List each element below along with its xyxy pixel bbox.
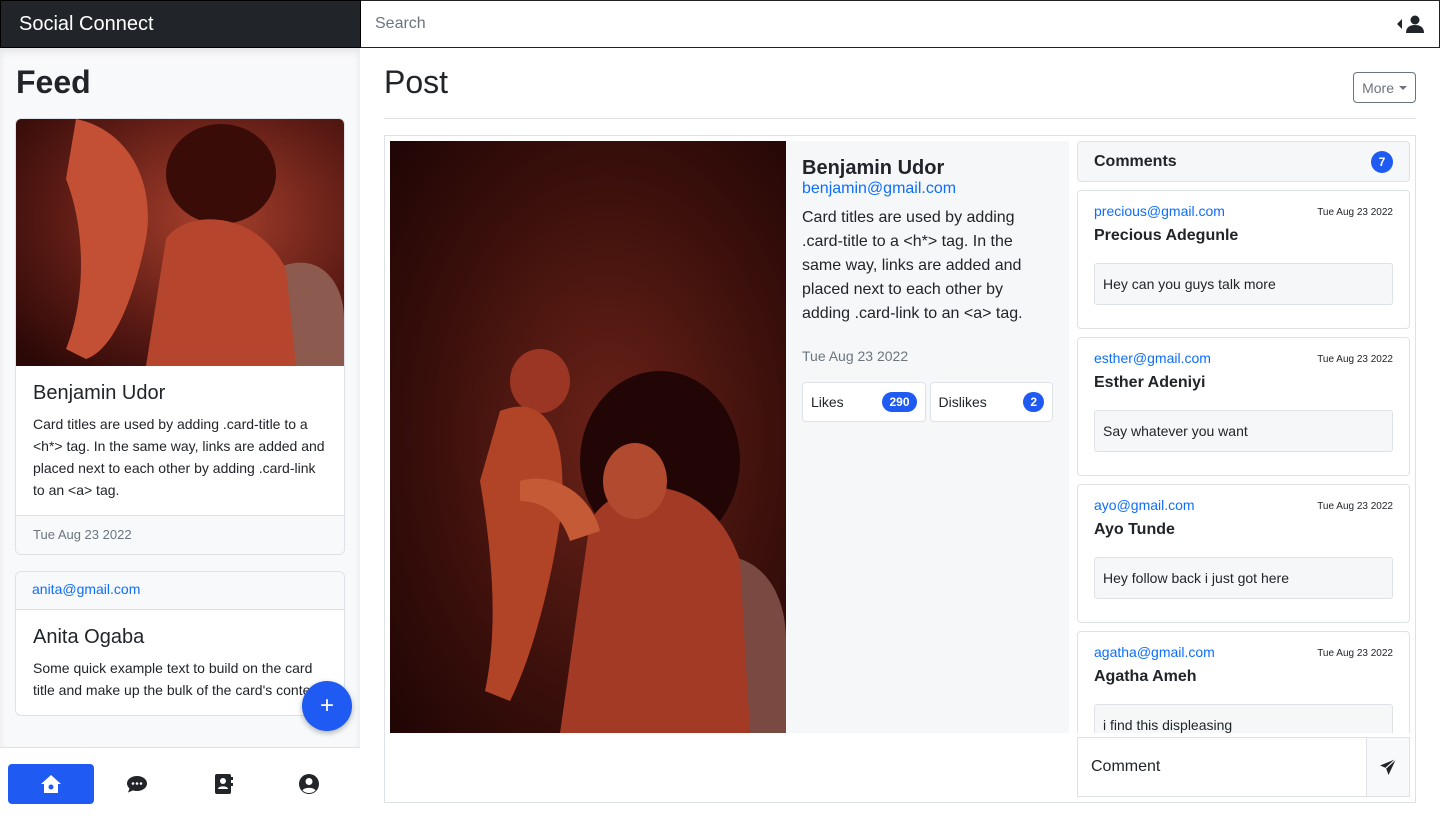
dislikes-count-badge: 2	[1023, 392, 1044, 412]
comment-email-link[interactable]: ayo@gmail.com	[1094, 497, 1195, 513]
feed-card-date: Tue Aug 23 2022	[16, 515, 344, 554]
comment-author: Precious Adegunle	[1094, 227, 1239, 244]
caret-left-icon	[1397, 19, 1402, 29]
post-author: Benjamin Udor	[802, 157, 945, 179]
user-menu-toggle[interactable]	[1397, 14, 1425, 34]
app-title[interactable]: Social Connect	[0, 0, 361, 48]
feed-card-header: anita@gmail.com	[16, 572, 344, 610]
nav-home-button[interactable]	[8, 763, 94, 804]
more-dropdown-button[interactable]: More	[1353, 72, 1416, 103]
contacts-icon	[215, 773, 233, 794]
comment-item: agatha@gmail.com Tue Aug 23 2022 Agatha …	[1077, 631, 1410, 733]
comment-text: Hey follow back i just got here	[1094, 557, 1393, 599]
feed-card-title: Benjamin Udor	[33, 382, 166, 404]
top-navbar: Social Connect	[0, 0, 1440, 48]
nav-contacts-button[interactable]	[180, 764, 266, 804]
feed-card-body: Benjamin Udor Card titles are used by ad…	[16, 366, 344, 515]
feed-card-email-link[interactable]: anita@gmail.com	[32, 581, 140, 597]
comments-header: Comments 7	[1077, 141, 1410, 182]
comment-author: Ayo Tunde	[1094, 521, 1175, 538]
send-icon	[1380, 758, 1397, 775]
search-bar	[361, 0, 1440, 48]
comment-email-link[interactable]: esther@gmail.com	[1094, 350, 1211, 366]
feed-card[interactable]: Benjamin Udor Card titles are used by ad…	[15, 118, 345, 555]
comment-date: Tue Aug 23 2022	[1317, 354, 1393, 365]
user-icon	[1406, 15, 1424, 33]
comments-count-badge: 7	[1371, 150, 1393, 173]
comment-text: Say whatever you want	[1094, 410, 1393, 452]
comment-author: Esther Adeniyi	[1094, 374, 1206, 391]
feed-sidebar: Feed Benjamin Udor Card titles are used …	[0, 48, 360, 819]
nav-profile-button[interactable]	[266, 764, 352, 804]
post-author-email-link[interactable]: benjamin@gmail.com	[802, 180, 956, 197]
feed-card[interactable]: anita@gmail.com Anita Ogaba Some quick e…	[15, 571, 345, 716]
feed-card-title: Anita Ogaba	[33, 626, 145, 648]
search-input[interactable]	[375, 15, 1397, 33]
comment-item: esther@gmail.com Tue Aug 23 2022 Esther …	[1077, 337, 1410, 476]
comment-email-link[interactable]: precious@gmail.com	[1094, 203, 1225, 219]
post-date: Tue Aug 23 2022	[802, 348, 909, 364]
feed-card-body: Anita Ogaba Some quick example text to b…	[16, 610, 344, 715]
post-text: Card titles are used by adding .card-tit…	[802, 209, 1023, 322]
chat-icon	[127, 775, 147, 792]
reactions: Likes 290 Dislikes 2	[802, 382, 1053, 422]
comment-item: precious@gmail.com Tue Aug 23 2022 Preci…	[1077, 190, 1410, 329]
nav-chat-button[interactable]	[94, 764, 180, 804]
post-detail: Benjamin Udor benjamin@gmail.com Card ti…	[384, 135, 1416, 803]
likes-button[interactable]: Likes 290	[802, 382, 926, 422]
likes-label: Likes	[811, 394, 844, 410]
feed-card-text: Card titles are used by adding .card-tit…	[33, 416, 325, 498]
feed-card-image	[16, 119, 344, 366]
comment-author: Agatha Ameh	[1094, 668, 1197, 685]
comments-title: Comments	[1094, 152, 1177, 170]
feed-card-text: Some quick example text to build on the …	[33, 660, 326, 698]
home-icon	[41, 774, 61, 793]
comment-date: Tue Aug 23 2022	[1317, 207, 1393, 218]
comment-date: Tue Aug 23 2022	[1317, 648, 1393, 659]
feed-title: Feed	[16, 64, 91, 100]
page-title: Post	[384, 64, 449, 100]
comment-email-link[interactable]: agatha@gmail.com	[1094, 644, 1215, 660]
feed-list[interactable]: Benjamin Udor Card titles are used by ad…	[15, 118, 345, 748]
dislikes-label: Dislikes	[938, 394, 987, 410]
likes-count-badge: 290	[882, 392, 917, 412]
comment-item: ayo@gmail.com Tue Aug 23 2022 Ayo Tunde …	[1077, 484, 1410, 623]
post-info: Benjamin Udor benjamin@gmail.com Card ti…	[786, 141, 1069, 733]
comment-input[interactable]	[1078, 738, 1366, 796]
comment-form	[1077, 737, 1410, 797]
comments-panel[interactable]: Comments 7 precious@gmail.com Tue Aug 23…	[1077, 141, 1410, 733]
profile-icon	[299, 773, 319, 794]
dislikes-button[interactable]: Dislikes 2	[929, 382, 1053, 422]
post-image[interactable]	[390, 141, 786, 733]
title-divider	[384, 118, 1416, 119]
caret-down-icon	[1399, 85, 1407, 90]
comment-text: Hey can you guys talk more	[1094, 263, 1393, 305]
more-label: More	[1362, 79, 1394, 96]
add-post-button[interactable]: +	[302, 681, 352, 731]
comment-text: i find this displeasing	[1094, 704, 1393, 733]
bottom-nav	[0, 747, 360, 819]
comment-date: Tue Aug 23 2022	[1317, 501, 1393, 512]
send-comment-button[interactable]	[1366, 738, 1409, 796]
